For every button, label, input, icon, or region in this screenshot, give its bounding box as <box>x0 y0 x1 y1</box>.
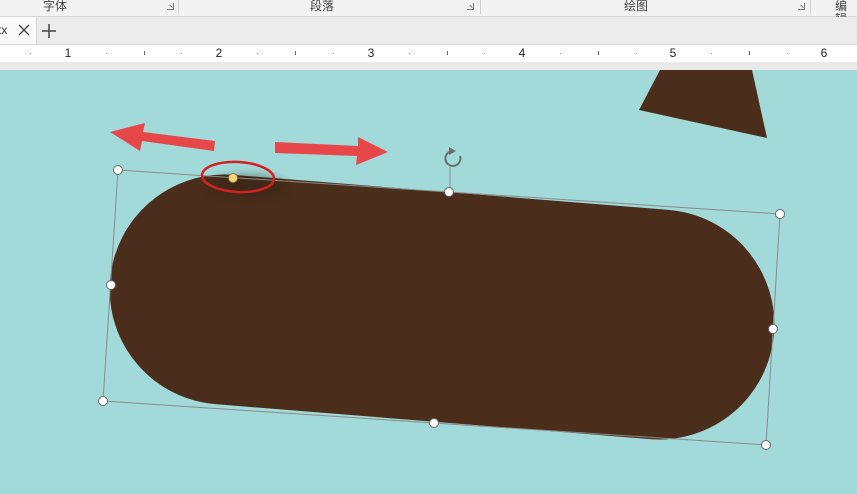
ruler-dot <box>409 53 410 54</box>
ruler-dot <box>181 53 182 54</box>
adjustment-handle[interactable] <box>228 173 238 183</box>
ruler-number: 1 <box>64 46 72 60</box>
document-tab-label: tx <box>0 23 8 37</box>
ruler-dot <box>484 53 485 54</box>
ruler-tick <box>447 51 448 55</box>
ribbon-group-editing: 编辑 <box>835 0 848 26</box>
resize-handle-bottom-left[interactable] <box>98 396 108 406</box>
resize-handle-top[interactable] <box>444 187 454 197</box>
horizontal-ruler[interactable]: 1 2 3 4 5 6 <box>0 45 857 62</box>
ruler-tick <box>144 51 145 55</box>
ruler-dot <box>711 53 712 54</box>
ribbon-group-bar: 字体 段落 绘图 编辑 <box>0 0 857 26</box>
drawing-dialog-launcher-icon[interactable] <box>798 3 805 10</box>
ribbon-separator <box>810 0 811 14</box>
font-dialog-launcher-icon[interactable] <box>167 3 174 10</box>
ruler-bottom-border <box>0 62 857 70</box>
ruler-dot <box>30 53 31 54</box>
resize-handle-bottom[interactable] <box>429 418 439 428</box>
ruler-tick <box>295 51 296 55</box>
close-icon[interactable] <box>17 23 31 37</box>
ruler-number: 3 <box>367 46 375 60</box>
paragraph-dialog-launcher-icon[interactable] <box>467 3 474 10</box>
ruler-dot <box>787 53 788 54</box>
ruler-number: 5 <box>669 46 677 60</box>
resize-handle-bottom-right[interactable] <box>761 440 771 450</box>
ribbon-group-font: 字体 <box>43 0 68 13</box>
resize-handle-top-right[interactable] <box>775 209 785 219</box>
plus-icon[interactable] <box>40 22 58 40</box>
ruler-number: 4 <box>518 46 526 60</box>
ruler-dot <box>333 53 334 54</box>
ruler-number: 2 <box>215 46 223 60</box>
document-tab-bar: tx <box>0 17 857 45</box>
slide-canvas[interactable] <box>0 70 857 494</box>
ribbon-group-drawing: 绘图 <box>624 0 649 13</box>
ruler-dot <box>560 53 561 54</box>
ribbon-separator <box>178 0 179 14</box>
resize-handle-top-left[interactable] <box>113 165 123 175</box>
ruler-number: 6 <box>820 46 828 60</box>
ruler-tick <box>598 51 599 55</box>
ruler-dot <box>106 53 107 54</box>
ribbon-separator <box>480 0 481 14</box>
ruler-dot <box>257 53 258 54</box>
ruler-dot <box>636 53 637 54</box>
document-tab[interactable]: tx <box>0 17 37 44</box>
resize-handle-left[interactable] <box>106 280 116 290</box>
ribbon-group-paragraph: 段落 <box>310 0 335 13</box>
ruler-tick <box>749 51 750 55</box>
resize-handle-right[interactable] <box>768 324 778 334</box>
